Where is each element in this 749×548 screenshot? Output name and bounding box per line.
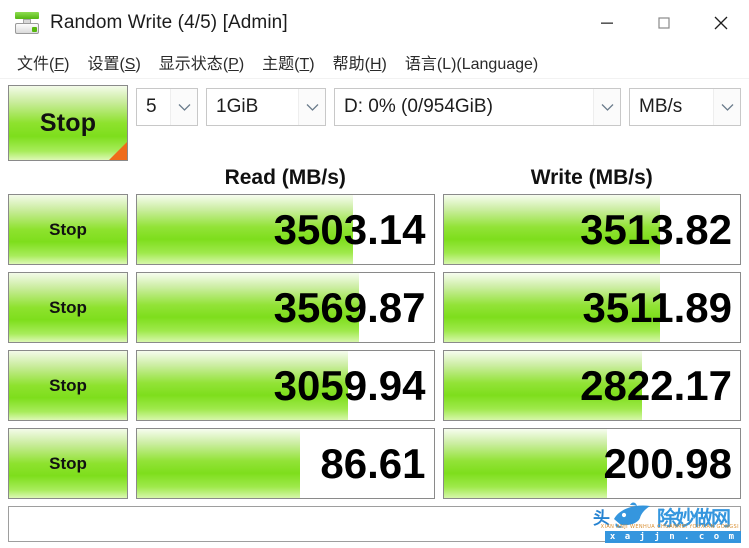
menu-item-settings-mnemonic: S (124, 55, 136, 73)
menu-item-profile[interactable]: 显示状态(P) (150, 48, 253, 76)
menu-item-language-mnemonic: L (442, 55, 452, 73)
status-bar (8, 506, 741, 542)
write-score-value: 200.98 (603, 439, 732, 487)
window-controls (578, 0, 749, 45)
row-stop-button[interactable]: Stop (8, 272, 128, 343)
write-score-value: 2822.17 (580, 361, 732, 409)
menu-item-theme[interactable]: 主题(T) (253, 48, 323, 76)
row-stop-button[interactable]: Stop (8, 350, 128, 421)
unit-value: MB/s (639, 96, 683, 117)
disk-drive-icon (14, 10, 40, 36)
table-row: Stop 3503.14 3513.82 (8, 194, 741, 265)
write-score-value: 3511.89 (582, 283, 732, 331)
close-button[interactable] (692, 0, 749, 45)
table-row: Stop 3059.94 2822.17 (8, 350, 741, 421)
minimize-button[interactable] (578, 0, 635, 45)
menu-item-file[interactable]: 文件(F) (8, 48, 78, 76)
read-score-cell[interactable]: 3059.94 (136, 350, 435, 421)
row-stop-button[interactable]: Stop (8, 194, 128, 265)
read-score-value: 3059.94 (273, 361, 426, 409)
chevron-down-icon (170, 89, 197, 125)
close-icon (714, 16, 727, 29)
menu-item-file-label: 文件 (17, 55, 50, 73)
write-score-cell[interactable]: 3513.82 (442, 194, 741, 265)
read-score-value: 3503.14 (273, 205, 426, 253)
write-score-bar (443, 429, 607, 498)
row-stop-button-label: Stop (49, 375, 87, 395)
menu-item-profile-label: 显示状态 (158, 55, 223, 73)
read-score-cell[interactable]: 3569.87 (136, 272, 435, 343)
write-score-value: 3513.82 (580, 205, 732, 253)
menu-item-file-mnemonic: F (54, 55, 65, 73)
menu-item-help-mnemonic: H (369, 55, 382, 73)
table-row: Stop 3569.87 3511.89 (8, 272, 741, 343)
chevron-down-icon (593, 89, 620, 125)
crystaldiskmark-window: Random Write (4/5) [Admin] 文件(F) 设置(S) 显… (0, 0, 749, 545)
chevron-down-icon (298, 89, 325, 125)
test-size-select[interactable]: 1GiB (206, 88, 326, 126)
toolbar: Stop 5 1GiB D: 0% (0/954GiB) MB/s (8, 85, 741, 161)
drive-select[interactable]: D: 0% (0/954GiB) (334, 88, 621, 126)
maximize-icon (657, 16, 670, 29)
test-count-select[interactable]: 5 (136, 88, 198, 126)
menu-item-language-suffix: (Language) (456, 55, 539, 73)
test-count-value: 5 (146, 96, 157, 117)
minimize-icon (600, 22, 613, 24)
write-score-cell[interactable]: 2822.17 (442, 350, 741, 421)
main-content: Stop 5 1GiB D: 0% (0/954GiB) MB/s Read (… (0, 79, 749, 548)
read-score-cell[interactable]: 3503.14 (136, 194, 435, 265)
menu-item-profile-mnemonic: P (228, 55, 239, 73)
toolbar-selects: 5 1GiB D: 0% (0/954GiB) MB/s (136, 88, 741, 126)
write-score-cell[interactable]: 200.98 (442, 428, 741, 499)
read-column-header: Read (MB/s) (224, 165, 346, 189)
menu-item-help-label: 帮助 (332, 55, 365, 73)
run-stop-button-label: Stop (39, 108, 97, 137)
write-column-header: Write (MB/s) (530, 165, 653, 189)
row-stop-button-label: Stop (49, 297, 87, 317)
write-score-cell[interactable]: 3511.89 (442, 272, 741, 343)
row-stop-button[interactable]: Stop (8, 428, 128, 499)
unit-select[interactable]: MB/s (629, 88, 741, 126)
drive-value: D: 0% (0/954GiB) (344, 96, 493, 117)
chevron-down-icon (713, 89, 740, 125)
read-score-value: 3569.87 (273, 283, 426, 331)
maximize-button[interactable] (635, 0, 692, 45)
read-score-bar (137, 429, 301, 498)
row-stop-button-label: Stop (49, 453, 87, 473)
menu-item-language-label: 语言 (404, 55, 437, 73)
read-score-value: 86.61 (320, 439, 426, 487)
run-stop-button[interactable]: Stop (8, 85, 128, 161)
title-bar: Random Write (4/5) [Admin] (0, 0, 749, 45)
results-table: Stop 3503.14 3513.82 Stop 3569.87 3511.8… (8, 194, 741, 499)
menu-item-language[interactable]: 语言(L)(Language) (396, 48, 547, 76)
test-size-value: 1GiB (216, 96, 259, 117)
menu-item-settings[interactable]: 设置(S) (78, 48, 149, 76)
menu-item-help[interactable]: 帮助(H) (324, 48, 396, 76)
resize-corner-icon (108, 141, 127, 160)
read-score-cell[interactable]: 86.61 (136, 428, 435, 499)
menu-item-theme-mnemonic: T (299, 55, 310, 73)
row-stop-button-label: Stop (49, 219, 87, 239)
menu-bar: 文件(F) 设置(S) 显示状态(P) 主题(T) 帮助(H) 语言(L)(La… (0, 45, 749, 79)
table-row: Stop 86.61 200.98 (8, 428, 741, 499)
menu-item-theme-label: 主题 (262, 55, 295, 73)
column-headers: Read (MB/s) Write (MB/s) (8, 161, 741, 194)
menu-item-settings-label: 设置 (87, 55, 120, 73)
window-title: Random Write (4/5) [Admin] (50, 11, 288, 33)
